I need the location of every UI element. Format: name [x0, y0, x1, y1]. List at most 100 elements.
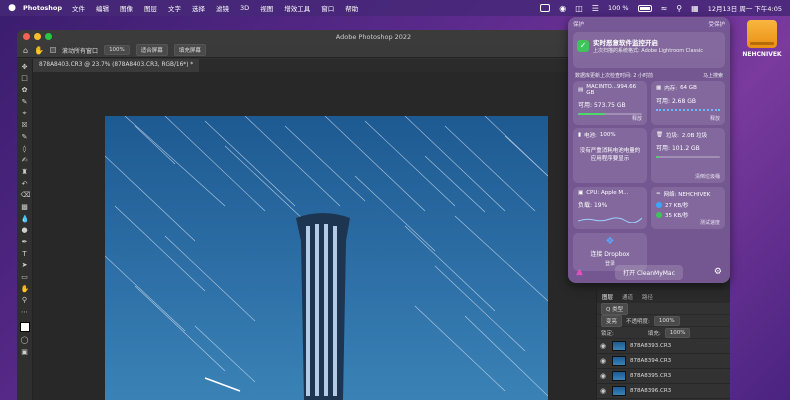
close-button[interactable] — [23, 33, 30, 40]
ssd-icon[interactable] — [540, 4, 551, 12]
tab-paths[interactable]: 路径 — [642, 293, 653, 301]
memory-free-button[interactable]: 释放 — [710, 115, 720, 122]
search-icon[interactable]: ⚲ — [676, 4, 682, 13]
zoom-tool-icon[interactable]: ⚲ — [21, 296, 29, 304]
pen-tool-icon[interactable]: ✒ — [21, 238, 29, 246]
battery-tile[interactable]: ▮ 电池: 100% 没有严重消耗电池电量的应用程序要显示 — [573, 128, 647, 183]
menu-item-3d[interactable]: 3D — [240, 4, 249, 12]
dodge-tool-icon[interactable]: ● — [21, 226, 29, 234]
wifi-icon[interactable]: ≈ — [661, 4, 668, 13]
document-image[interactable] — [105, 116, 548, 400]
vpn-icon[interactable]: ◫ — [575, 4, 583, 13]
scroll-all-checkbox[interactable] — [50, 47, 57, 53]
menu-item-edit[interactable]: 编辑 — [96, 3, 109, 13]
battery-icon[interactable] — [637, 4, 652, 12]
menu-item-image[interactable]: 图像 — [120, 3, 133, 13]
battery-percent: 100 % — [607, 4, 629, 12]
more-tools-icon[interactable]: ⋯ — [21, 308, 29, 316]
network-tile[interactable]: ≈ 网络: NEHCHIVEK 27 KB/秒 35 KB/秒 测试速度 — [651, 187, 725, 229]
crop-tool-icon[interactable]: ⌖ — [21, 109, 29, 117]
menu-item-file[interactable]: 文件 — [72, 3, 85, 13]
menu-app-name[interactable]: Photoshop — [23, 4, 62, 12]
eye-icon[interactable]: ◉ — [600, 357, 608, 365]
memory-tile[interactable]: ▦ 内存: 64 GB 可用: 2.68 GB 释放 — [651, 81, 725, 125]
disk-tile[interactable]: ▤ MACINTO...994.66 GB 可用: 573.75 GB 释放 — [573, 81, 647, 125]
zoom-button[interactable] — [45, 33, 52, 40]
eyedropper-tool-icon[interactable]: ✎ — [21, 133, 29, 141]
memory-icon: ▦ — [656, 85, 662, 91]
empty-trash-button[interactable]: 清倒垃圾桶 — [695, 173, 720, 180]
dropbox-icon: ❖ — [605, 236, 615, 247]
color-swatches-icon[interactable] — [19, 322, 30, 333]
type-tool-icon[interactable]: T — [21, 250, 29, 258]
menu-item-help[interactable]: 帮助 — [345, 3, 358, 13]
menu-item-plugins[interactable]: 增效工具 — [284, 3, 310, 13]
frame-tool-icon[interactable]: ☒ — [21, 121, 29, 129]
window-controls — [23, 33, 52, 40]
shape-tool-icon[interactable]: ▭ — [21, 273, 29, 281]
eye-icon[interactable]: ◉ — [600, 342, 608, 350]
memory-graph — [656, 109, 720, 111]
trash-avail-label: 可用: — [656, 145, 671, 152]
menu-item-layer[interactable]: 图层 — [144, 3, 157, 13]
stamp-tool-icon[interactable]: ♜ — [21, 168, 29, 176]
disk-free-button[interactable]: 释放 — [632, 115, 642, 122]
speed-test-button[interactable]: 测试速度 — [700, 219, 720, 226]
fit-screen-button[interactable]: 适合屏幕 — [135, 44, 168, 56]
tab-channels[interactable]: 通道 — [622, 293, 633, 301]
gradient-tool-icon[interactable]: ▩ — [21, 203, 29, 211]
desktop-drive[interactable]: NEHCNIVEK — [741, 20, 783, 58]
trash-tile[interactable]: 🗑 垃圾: 2.0B 垃圾 可用: 101.2 GB 清倒垃圾桶 — [651, 128, 725, 183]
control-center-icon[interactable]: ▦ — [691, 4, 699, 13]
eye-icon[interactable]: ◉ — [600, 372, 608, 380]
screen-mode-icon[interactable]: ▣ — [21, 348, 29, 356]
history-brush-icon[interactable]: ↶ — [21, 180, 29, 188]
layer-row[interactable]: ◉ 878A8395.CR3 — [597, 369, 730, 384]
gear-icon[interactable]: ⚙ — [714, 267, 722, 277]
move-tool-icon[interactable]: ✥ — [21, 63, 29, 71]
home-icon[interactable]: ⌂ — [23, 46, 28, 55]
path-select-tool-icon[interactable]: ➤ — [21, 261, 29, 269]
hand-tool-icon[interactable]: ✋ — [34, 46, 44, 55]
opacity-input[interactable]: 100% — [653, 315, 680, 326]
cleanmymac-icon[interactable]: ◉ — [559, 4, 566, 13]
menu-item-window[interactable]: 窗口 — [321, 3, 334, 13]
tools-panel: ✥ □ ✿ ✎ ⌖ ☒ ✎ ◊ ✍ ♜ ↶ ⌫ ▩ 💧 ● ✒ T ➤ ▭ ✋ … — [17, 59, 33, 400]
cmm-header: 保护 受保护 — [568, 17, 730, 30]
menu-item-filter[interactable]: 滤镜 — [216, 3, 229, 13]
layer-row[interactable]: ◉ 878A8393.CR3 — [597, 339, 730, 354]
hand-tool-icon[interactable]: ✋ — [21, 285, 30, 293]
blend-mode-select[interactable]: 变亮 — [601, 314, 623, 327]
tab-layers[interactable]: 图层 — [602, 293, 613, 301]
cpu-tile[interactable]: ▣ CPU: Apple M... 负载: 19% — [573, 187, 647, 229]
document-tab[interactable]: 878A8403.CR3 @ 23.7% (878A8403.CR3, RGB/… — [33, 59, 200, 72]
control-icon[interactable]: ☰ — [592, 4, 599, 13]
update-now-link[interactable]: 马上搜索 — [703, 72, 723, 79]
layer-row[interactable]: ◉ 878A8396.CR3 — [597, 384, 730, 399]
eraser-tool-icon[interactable]: ⌫ — [21, 191, 31, 199]
menubar-clock[interactable]: 12月13日 周一 下午4:05 — [708, 3, 782, 13]
brush-tool-icon[interactable]: ✍ — [21, 156, 29, 164]
cmm-footer: ▲ 打开 CleanMyMac ⚙ — [568, 261, 730, 283]
open-cleanmymac-button[interactable]: 打开 CleanMyMac — [615, 264, 683, 280]
layer-thumbnail — [612, 371, 626, 381]
fill-screen-button[interactable]: 填充屏幕 — [173, 44, 206, 56]
lasso-tool-icon[interactable]: ✿ — [21, 86, 29, 94]
protection-card[interactable]: ✓ 实时恶意软件监控开启 上次扫描的系统格式: Adobe Lightroom … — [573, 32, 725, 68]
fill-input[interactable]: 100% — [664, 327, 691, 338]
apple-icon[interactable]: ● — [7, 3, 17, 13]
layer-kind-filter[interactable]: Q 类型 — [601, 302, 629, 315]
lock-label: 锁定: — [601, 330, 614, 337]
edit-toolbar-icon[interactable]: ◯ — [21, 336, 29, 344]
menu-item-type[interactable]: 文字 — [168, 3, 181, 13]
zoom-100-button[interactable]: 100% — [104, 45, 130, 55]
menu-item-view[interactable]: 视图 — [260, 3, 273, 13]
blur-tool-icon[interactable]: 💧 — [21, 215, 30, 223]
menu-item-select[interactable]: 选择 — [192, 3, 205, 13]
layer-row[interactable]: ◉ 878A8394.CR3 — [597, 354, 730, 369]
quick-select-tool-icon[interactable]: ✎ — [21, 98, 29, 106]
minimize-button[interactable] — [34, 33, 41, 40]
marquee-tool-icon[interactable]: □ — [21, 74, 29, 82]
healing-tool-icon[interactable]: ◊ — [21, 145, 29, 153]
eye-icon[interactable]: ◉ — [600, 387, 608, 395]
